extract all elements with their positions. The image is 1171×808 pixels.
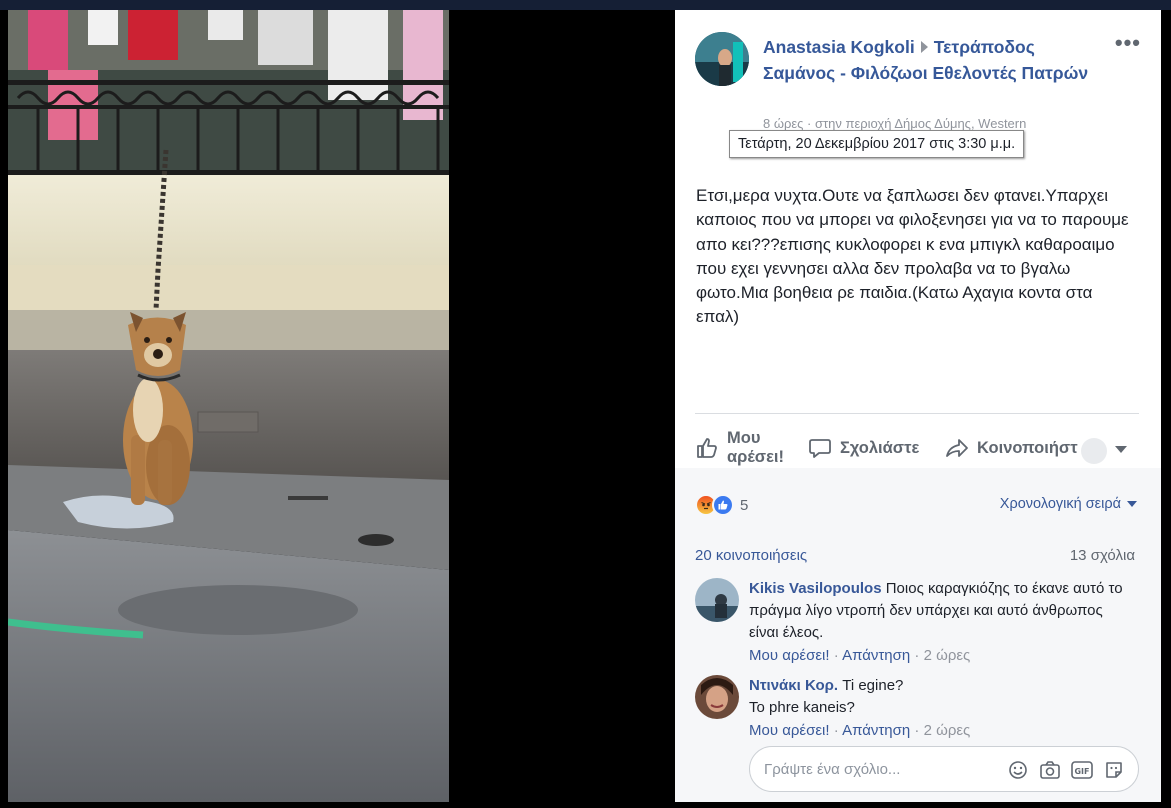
comment-time[interactable]: 2 ώρες: [924, 722, 971, 739]
photo-viewer: Anastasia Kogkoli Τετράποδος Σαμάνος - Φι…: [0, 0, 1171, 808]
reactions-summary[interactable]: 5: [695, 494, 748, 516]
actions-divider-top: [695, 413, 1139, 414]
comment-reply-link[interactable]: Απάντηση: [842, 647, 910, 664]
share-label: Κοινοποιήστ: [977, 438, 1078, 457]
like-reaction-icon: [712, 494, 734, 516]
commenter-avatar[interactable]: [695, 578, 739, 622]
commenter-name-link[interactable]: Kikis Vasilopoulos: [749, 580, 882, 597]
share-audience-avatar[interactable]: [1081, 438, 1107, 464]
post-photo[interactable]: [8, 10, 449, 802]
commenter-avatar[interactable]: [695, 675, 739, 719]
comment-order-dropdown[interactable]: Χρονολογική σειρά: [1000, 496, 1137, 512]
comment-time[interactable]: 2 ώρες: [924, 647, 971, 664]
avatar-image: [695, 32, 749, 86]
more-options-icon[interactable]: •••: [1115, 32, 1141, 54]
gif-icon[interactable]: GIF: [1070, 758, 1094, 782]
comment-text-line2: To phre kaneis?: [749, 699, 855, 716]
author-name-link[interactable]: Anastasia Kogkoli: [763, 37, 915, 57]
comment-like-link[interactable]: Μου αρέσει!: [749, 647, 830, 664]
caret-down-icon: [1127, 501, 1137, 507]
comment-meta: Μου αρέσει! · Απάντηση · 2 ώρες: [749, 647, 971, 664]
comment-meta: Μου αρέσει! · Απάντηση · 2 ώρες: [749, 722, 971, 739]
author-avatar[interactable]: [695, 32, 749, 86]
comments-count[interactable]: 13 σχόλια: [1070, 547, 1135, 564]
reaction-count: 5: [740, 496, 749, 514]
comment-text: Ti egine?: [842, 677, 904, 694]
top-bar-remnant: [0, 0, 1171, 10]
share-arrow-icon: [946, 439, 968, 457]
dog-shape: [123, 312, 193, 505]
svg-text:GIF: GIF: [1074, 767, 1089, 776]
timestamp-tooltip: Τετάρτη, 20 Δεκεμβρίου 2017 στις 3:30 μ.…: [729, 130, 1025, 158]
comment-body: Kikis Vasilopoulos Ποιος καραγκιόζης το …: [749, 578, 1129, 667]
like-label-2: αρέσει!: [727, 448, 784, 466]
composer-icons: GIF: [998, 758, 1126, 782]
comment-input[interactable]: [764, 757, 994, 781]
shares-count-link[interactable]: 20 κοινοποιήσεις: [695, 547, 807, 564]
comment-bubble-icon: [809, 439, 831, 458]
comment-reply-link[interactable]: Απάντηση: [842, 722, 910, 739]
commenter-name-link[interactable]: Ντινάκι Κορ.: [749, 677, 838, 694]
camera-icon[interactable]: [1038, 758, 1062, 782]
sticker-icon[interactable]: [1102, 758, 1126, 782]
dog-photo-image: [8, 10, 449, 802]
like-label-1: Μου: [727, 429, 761, 447]
post-author-line: Anastasia Kogkoli Τετράποδος Σαμάνος - Φι…: [763, 34, 1093, 86]
emoji-icon[interactable]: [1006, 758, 1030, 782]
comment-like-link[interactable]: Μου αρέσει!: [749, 722, 830, 739]
post-body-text: Ετσι,μερα νυχτα.Ουτε να ξαπλωσει δεν φτα…: [696, 186, 1129, 327]
post-timestamp-location[interactable]: 8 ώρες · στην περιοχή Δήμος Δύμης, Weste…: [763, 116, 1093, 131]
commenter-avatar-image: [695, 675, 739, 719]
arrow-right-icon: [920, 41, 928, 54]
commenter-avatar-image: [695, 578, 739, 622]
chevron-down-icon[interactable]: [1115, 446, 1127, 453]
comment-body: Ντινάκι Κορ. Ti egine? To phre kaneis? Μ…: [749, 675, 1129, 742]
post-feedback-area: 5 Χρονολογική σειρά 20 κοινοποιήσεις 13 …: [675, 468, 1161, 802]
comment-order-label: Χρονολογική σειρά: [999, 496, 1121, 512]
comment-label: Σχολιάστε: [840, 438, 920, 457]
comment-composer[interactable]: GIF: [749, 746, 1139, 792]
post-panel: Anastasia Kogkoli Τετράποδος Σαμάνος - Φι…: [675, 10, 1161, 802]
thumbs-up-icon: [697, 438, 717, 458]
